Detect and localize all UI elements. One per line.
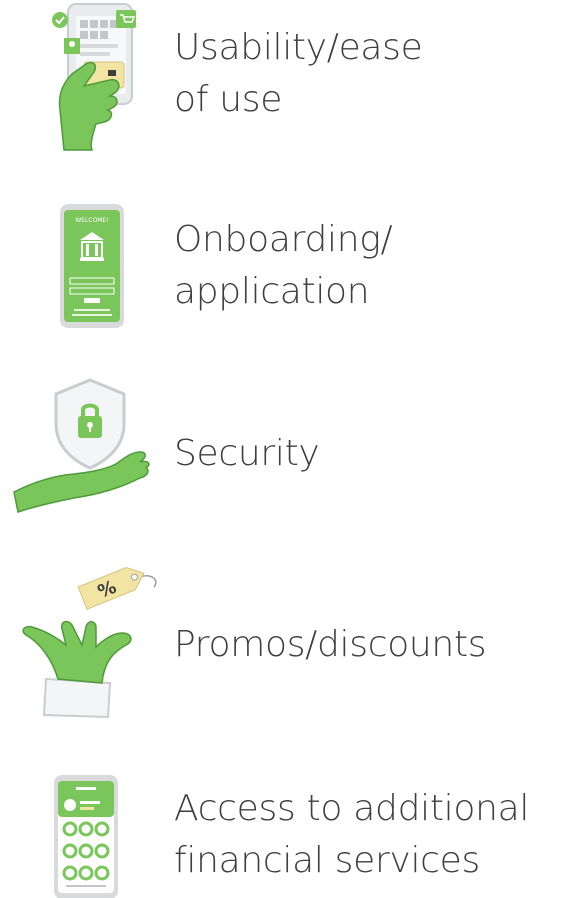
feature-label-onboarding: Onboarding/ application [174,214,393,318]
feature-label-promos: Promos/discounts [174,619,487,671]
feature-label-line: of use [174,79,283,120]
welcome-text: WELCOME! [75,217,108,224]
feature-promos: % Promos/discounts [0,555,564,725]
financial-services-phone-icon [54,775,118,898]
feature-label-line: Usability/ease [174,27,423,68]
hand-holding-phone-icon [52,3,136,151]
feature-label-line: financial services [174,840,480,881]
feature-label-usability: Usability/ease of use [174,22,423,126]
feature-security: Security [0,372,564,522]
feature-label-line: Promos/discounts [174,624,487,665]
feature-usability: Usability/ease of use [0,0,564,170]
feature-label-services: Access to additional financial services [174,783,529,887]
feature-label-line: Security [174,433,320,474]
bank-app-phone-icon: WELCOME! [60,204,124,328]
hand-discount-tag-icon: % [22,566,157,719]
feature-label-security: Security [174,428,320,480]
feature-onboarding: WELCOME! Onboarding/ application [0,190,564,340]
hand-shield-lock-icon [13,378,150,513]
feature-list: Usability/ease of use WELCOME! Onboardin… [0,0,564,898]
feature-services: Access to additional financial services [0,765,564,898]
feature-label-line: Onboarding/ [174,219,393,260]
feature-label-line: Access to additional [174,788,530,829]
feature-label-line: application [174,271,370,312]
